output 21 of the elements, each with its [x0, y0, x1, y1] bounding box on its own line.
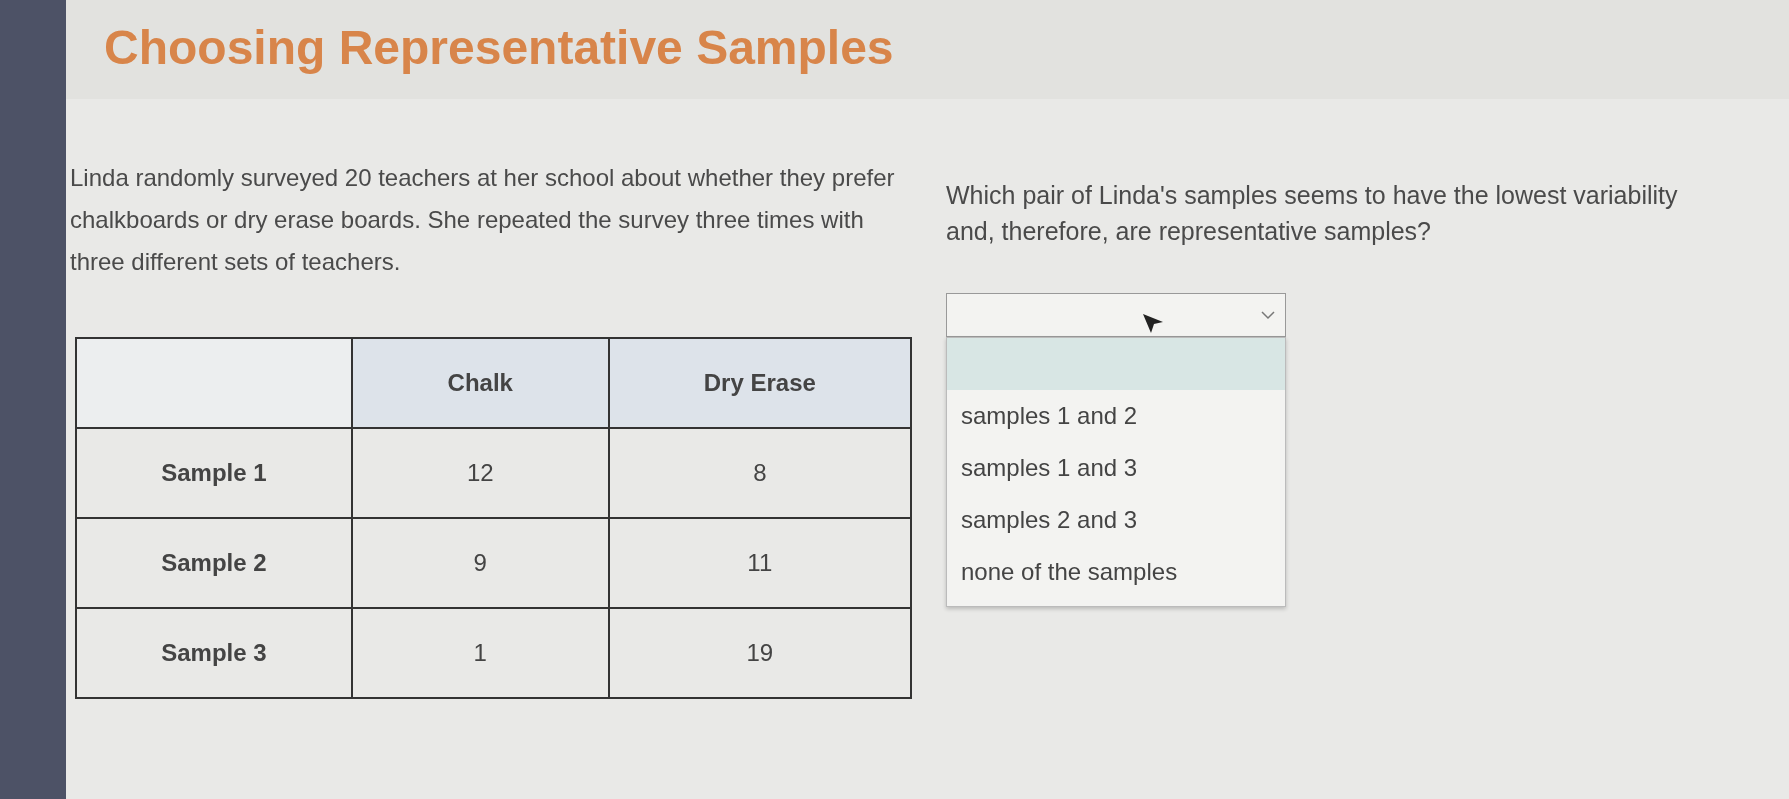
table-cell: 8 — [608, 428, 911, 518]
column-header: Chalk — [351, 338, 609, 428]
dropdown-option[interactable]: samples 1 and 2 — [947, 390, 1285, 442]
dropdown-option[interactable]: none of the samples — [947, 546, 1285, 598]
table-cell: 12 — [351, 428, 609, 518]
row-header: Sample 2 — [76, 518, 352, 608]
column-header: Dry Erase — [608, 338, 911, 428]
table-cell: 1 — [351, 608, 609, 698]
question-text: Which pair of Linda's samples seems to have the lowest variability and, therefore, are representative samples? — [946, 180, 1679, 247]
table-cell: 11 — [608, 518, 911, 608]
table-cell: 19 — [608, 608, 911, 698]
dropdown-option[interactable]: samples 1 and 3 — [947, 442, 1285, 494]
chevron-icon — [1261, 310, 1275, 320]
table-cell: 9 — [351, 518, 609, 608]
dropdown-option[interactable]: samples 2 and 3 — [947, 494, 1285, 546]
row-header: Sample 3 — [76, 608, 352, 698]
mouse-cursor-icon — [1142, 313, 1164, 335]
passage-text: Linda randomly surveyed 20 teachers at her school about whether they prefer chalkboards or dry erase boards. She repeated the survey three times with three different sets of teachers. — [70, 163, 896, 277]
row-header: Sample 1 — [76, 428, 352, 518]
page-title: Choosing Representative Samples — [104, 20, 895, 75]
answer-dropdown[interactable] — [946, 293, 1286, 337]
